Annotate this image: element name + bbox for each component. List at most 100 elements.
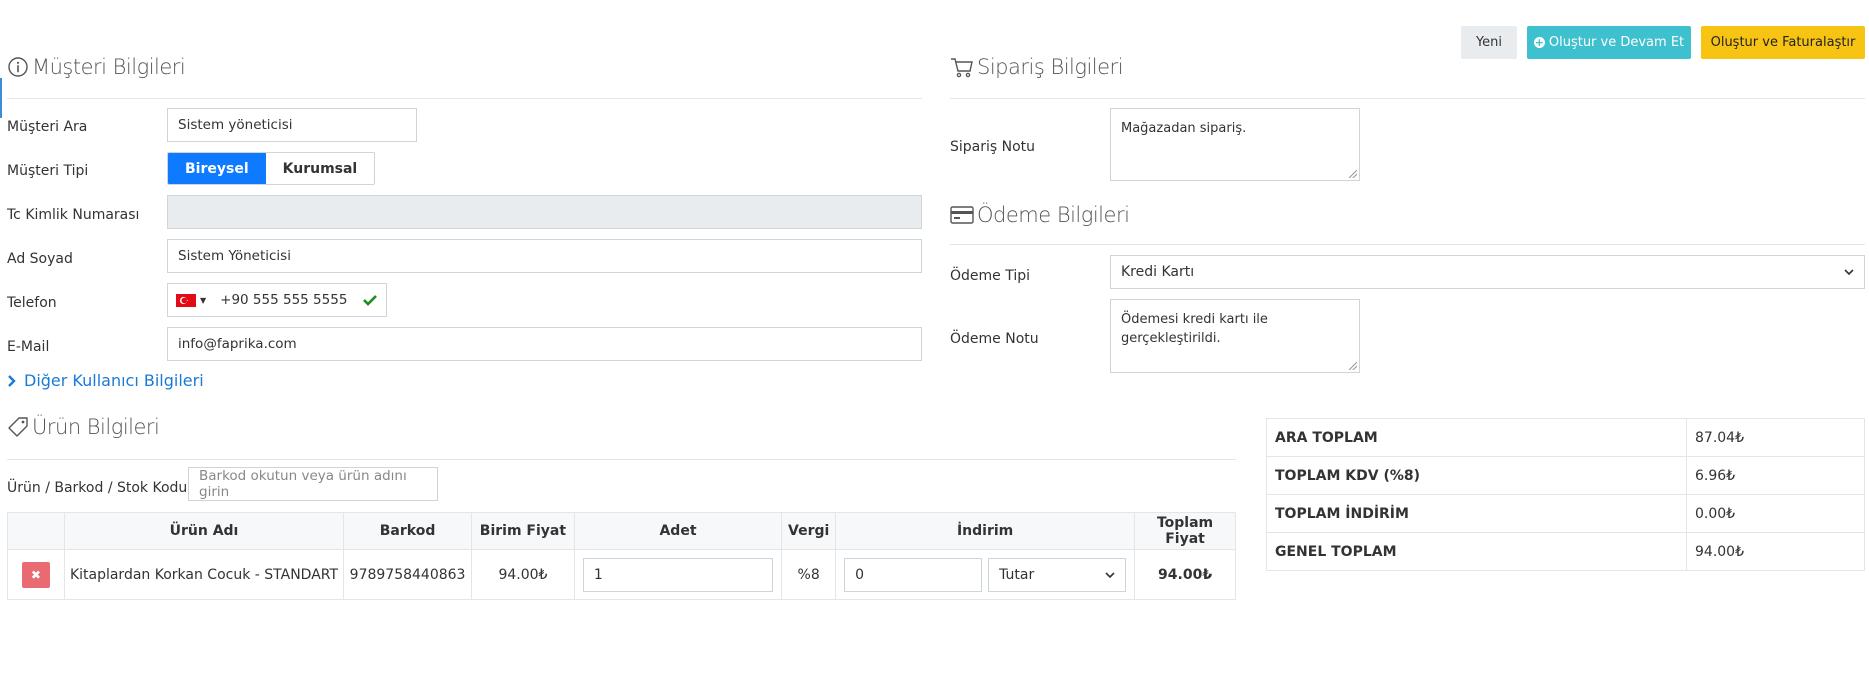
payment-type-select[interactable]: Kredi Kartı <box>1110 255 1865 289</box>
chevron-right-icon <box>8 374 16 387</box>
customer-title-text: Müşteri Bilgileri <box>32 55 186 79</box>
customer-section-title: Müşteri Bilgileri <box>7 55 186 79</box>
delete-row-button[interactable]: ✖ <box>21 561 50 588</box>
product-search-label: Ürün / Barkod / Stok Kodu <box>7 480 188 496</box>
total-discount-label: TOPLAM İNDİRİM <box>1266 494 1687 533</box>
row-tax: %8 <box>781 549 837 600</box>
caret-down-icon: ▼ <box>200 295 207 305</box>
email-label: E-Mail <box>7 339 50 355</box>
tc-label: Tc Kimlik Numarası <box>7 207 140 223</box>
tc-input[interactable] <box>167 195 922 229</box>
totals-row-grand: GENEL TOPLAM 94.00₺ <box>1266 532 1865 571</box>
products-title-text: Ürün Bilgileri <box>32 415 160 439</box>
grand-total-value: 94.00₺ <box>1686 532 1865 571</box>
chevron-down-icon <box>1844 269 1854 276</box>
grand-total-label: GENEL TOPLAM <box>1266 532 1687 571</box>
discount-type-value: Tutar <box>999 566 1035 583</box>
create-invoice-button[interactable]: Oluştur ve Faturalaştır <box>1701 26 1865 59</box>
discount-value: 0 <box>855 566 865 583</box>
phone-label: Telefon <box>7 295 57 311</box>
subtotal-value: 87.04₺ <box>1686 418 1865 457</box>
quantity-value: 1 <box>593 566 603 583</box>
totals-table: ARA TOPLAM 87.04₺ TOPLAM KDV (%8) 6.96₺ … <box>1266 418 1865 571</box>
phone-value: +90 555 555 5555 <box>220 292 348 308</box>
vat-label: TOPLAM KDV (%8) <box>1266 456 1687 495</box>
col-tax: Vergi <box>781 512 837 550</box>
info-icon <box>8 57 28 77</box>
order-title-text: Sipariş Bilgileri <box>977 55 1124 79</box>
customer-search-value: Sistem yöneticisi <box>178 117 293 133</box>
credit-card-icon <box>950 206 974 224</box>
customer-type-toggle[interactable]: Bireysel Kurumsal <box>167 152 376 185</box>
chevron-down-icon <box>1105 571 1115 578</box>
payment-type-label: Ödeme Tipi <box>950 268 1031 284</box>
products-divider <box>7 459 1236 460</box>
row-barcode: 9789758440863 <box>343 549 473 600</box>
customer-type-label: Müşteri Tipi <box>7 163 89 179</box>
create-continue-label: Oluştur ve Devam Et <box>1548 35 1685 50</box>
new-button[interactable]: Yeni <box>1461 26 1517 59</box>
customer-divider <box>7 98 922 99</box>
resize-grip-icon[interactable] <box>1349 170 1357 178</box>
order-section-title: Sipariş Bilgileri <box>950 55 1124 79</box>
vat-value: 6.96₺ <box>1686 456 1865 495</box>
create-continue-button[interactable]: + Oluştur ve Devam Et <box>1527 26 1691 59</box>
totals-row-subtotal: ARA TOPLAM 87.04₺ <box>1266 418 1865 457</box>
tag-icon <box>8 417 28 437</box>
payment-note-textarea[interactable]: Ödemesi kredi kartı ile gerçekleştirildi… <box>1110 299 1360 373</box>
name-input[interactable]: Sistem Yöneticisi <box>167 239 922 273</box>
row-quantity-cell: 1 <box>573 549 783 600</box>
col-action <box>7 512 65 550</box>
products-table: Ürün Adı Barkod Birim Fiyat Adet Vergi İ… <box>7 512 1236 600</box>
discount-input[interactable]: 0 <box>844 557 983 592</box>
row-action-cell: ✖ <box>7 549 65 600</box>
payment-note-label: Ödeme Notu <box>950 331 1039 347</box>
totals-row-vat: TOPLAM KDV (%8) 6.96₺ <box>1266 456 1865 495</box>
quantity-input[interactable]: 1 <box>582 557 774 592</box>
left-accent-bar <box>0 78 2 118</box>
col-barcode: Barkod <box>343 512 473 550</box>
phone-input[interactable]: ▼ +90 555 555 5555 <box>167 283 387 317</box>
name-value: Sistem Yöneticisi <box>178 248 291 264</box>
customer-search-label: Müşteri Ara <box>7 119 88 135</box>
subtotal-label: ARA TOPLAM <box>1266 418 1687 457</box>
customer-search-input[interactable]: Sistem yöneticisi <box>167 108 417 142</box>
payment-title-text: Ödeme Bilgileri <box>977 203 1130 227</box>
order-note-value: Mağazadan sipariş. <box>1121 121 1247 136</box>
payment-type-value: Kredi Kartı <box>1121 264 1195 280</box>
discount-type-select[interactable]: Tutar <box>988 557 1127 592</box>
close-icon: ✖ <box>30 567 41 582</box>
row-total-price: 94.00₺ <box>1134 549 1236 600</box>
col-unit-price: Birim Fiyat <box>471 512 575 550</box>
customer-type-individual[interactable]: Bireysel <box>168 153 266 184</box>
col-discount: İndirim <box>835 512 1136 550</box>
table-row: ✖ Kitaplardan Korkan Cocuk - STANDART 97… <box>7 549 1236 600</box>
product-search-placeholder: Barkod okutun veya ürün adını girin <box>199 468 407 500</box>
row-discount-cell: 0 Tutar <box>835 549 1136 600</box>
customer-type-corporate[interactable]: Kurumsal <box>265 153 375 184</box>
total-discount-value: 0.00₺ <box>1686 494 1865 533</box>
order-note-label: Sipariş Notu <box>950 139 1036 155</box>
row-unit-price: 94.00₺ <box>471 549 575 600</box>
name-label: Ad Soyad <box>7 251 73 267</box>
check-icon <box>363 295 377 306</box>
product-search-input[interactable]: Barkod okutun veya ürün adını girin <box>188 467 438 501</box>
plus-circle-icon: + <box>1533 36 1545 49</box>
payment-section-title: Ödeme Bilgileri <box>950 203 1130 227</box>
col-total-price: Toplam Fiyat <box>1134 512 1236 550</box>
payment-divider <box>950 244 1865 245</box>
col-quantity: Adet <box>573 512 783 550</box>
col-product-name: Ürün Adı <box>63 512 345 550</box>
cart-icon <box>951 58 973 78</box>
turkey-flag-icon[interactable]: ▼ <box>176 293 207 307</box>
email-input[interactable]: info@faprika.com <box>167 327 922 361</box>
resize-grip-icon[interactable] <box>1349 362 1357 370</box>
order-note-textarea[interactable]: Mağazadan sipariş. <box>1110 108 1360 181</box>
payment-note-value: Ödemesi kredi kartı ile gerçekleştirildi… <box>1121 312 1268 346</box>
products-table-header: Ürün Adı Barkod Birim Fiyat Adet Vergi İ… <box>7 512 1236 550</box>
totals-row-discount: TOPLAM İNDİRİM 0.00₺ <box>1266 494 1865 533</box>
order-divider <box>950 98 1865 99</box>
other-user-info-text: Diğer Kullanıcı Bilgileri <box>24 371 204 390</box>
row-product-name: Kitaplardan Korkan Cocuk - STANDART <box>63 549 345 600</box>
other-user-info-link[interactable]: Diğer Kullanıcı Bilgileri <box>7 371 204 390</box>
